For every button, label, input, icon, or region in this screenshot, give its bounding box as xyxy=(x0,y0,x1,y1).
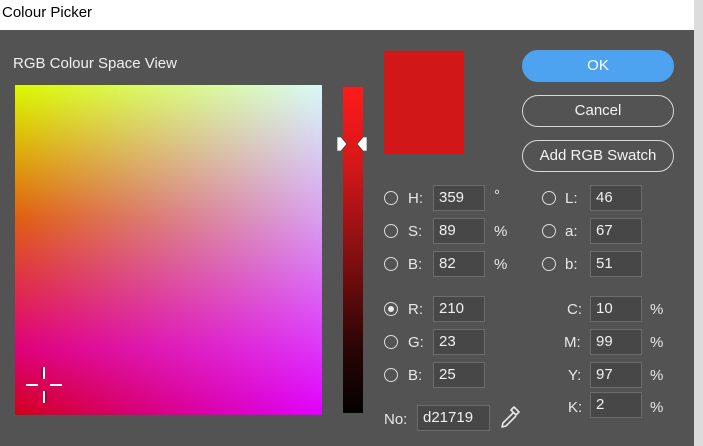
lab-a-radio[interactable] xyxy=(542,224,556,238)
lab-a-label: a: xyxy=(565,223,578,240)
hue-label: H: xyxy=(408,190,423,207)
lab-a-input[interactable]: 67 xyxy=(590,218,642,244)
key-unit: % xyxy=(650,399,664,416)
hex-input[interactable]: d21719 xyxy=(417,405,490,431)
yellow-label: Y: xyxy=(568,367,582,384)
view-label: RGB Colour Space View xyxy=(13,55,177,72)
brightness-unit: % xyxy=(494,256,508,273)
lab-l-label: L: xyxy=(565,190,578,207)
cyan-label: C: xyxy=(567,301,582,318)
magenta-input[interactable]: 99 xyxy=(590,329,642,355)
key-label: K: xyxy=(568,399,583,416)
red-label: R: xyxy=(408,301,423,318)
saturation-label: S: xyxy=(408,223,423,240)
yellow-unit: % xyxy=(650,367,664,384)
green-radio[interactable] xyxy=(384,335,398,349)
lab-l-radio[interactable] xyxy=(542,191,556,205)
saturation-input[interactable]: 89 xyxy=(433,218,485,244)
blue-input[interactable]: 25 xyxy=(433,362,485,388)
cyan-unit: % xyxy=(650,301,664,318)
red-radio[interactable] xyxy=(384,302,398,316)
current-colour-swatch xyxy=(384,51,464,154)
slider-handle-right-icon[interactable] xyxy=(357,137,367,151)
brightness-input[interactable]: 82 xyxy=(433,251,485,277)
ok-button[interactable]: OK xyxy=(522,50,674,82)
red-channel-slider[interactable] xyxy=(343,87,363,413)
yellow-input[interactable]: 97 xyxy=(590,362,642,388)
lab-l-input[interactable]: 46 xyxy=(590,185,642,211)
lab-b-label: b: xyxy=(565,256,578,273)
slider-handle-left-icon[interactable] xyxy=(337,137,347,151)
green-input[interactable]: 23 xyxy=(433,329,485,355)
lab-b-input[interactable]: 51 xyxy=(590,251,642,277)
cancel-button[interactable]: Cancel xyxy=(522,95,674,127)
hue-unit: ° xyxy=(494,187,500,204)
window-edge xyxy=(694,0,703,446)
saturation-unit: % xyxy=(494,223,508,240)
magenta-unit: % xyxy=(650,334,664,351)
crosshair-cursor-icon xyxy=(26,367,62,403)
brightness-radio[interactable] xyxy=(384,257,398,271)
green-label: G: xyxy=(408,334,424,351)
magenta-label: M: xyxy=(564,334,581,351)
blue-radio[interactable] xyxy=(384,368,398,382)
saturation-radio[interactable] xyxy=(384,224,398,238)
hex-label: No: xyxy=(384,411,408,428)
hue-radio[interactable] xyxy=(384,191,398,205)
eyedropper-icon[interactable] xyxy=(498,404,522,430)
hue-input[interactable]: 359 xyxy=(433,185,485,211)
cyan-input[interactable]: 10 xyxy=(590,296,642,322)
blue-label: B: xyxy=(408,367,423,384)
key-input[interactable]: 2 xyxy=(590,392,642,418)
red-input[interactable]: 210 xyxy=(433,296,485,322)
lab-b-radio[interactable] xyxy=(542,257,556,271)
brightness-label: B: xyxy=(408,256,423,273)
window-title: Colour Picker xyxy=(0,0,694,30)
add-rgb-swatch-button[interactable]: Add RGB Swatch xyxy=(522,140,674,172)
